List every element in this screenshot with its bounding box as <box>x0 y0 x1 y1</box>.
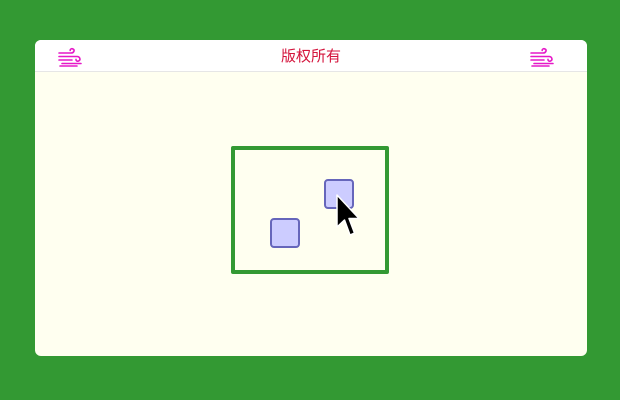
play-area <box>231 146 389 274</box>
draggable-square-lower[interactable] <box>270 218 300 248</box>
wind-button-right[interactable] <box>529 47 555 67</box>
app-window: 版权所有 <box>35 40 587 356</box>
title-bar: 版权所有 <box>35 40 587 72</box>
window-title: 版权所有 <box>280 47 341 65</box>
wind-icon <box>530 47 554 67</box>
draggable-square-upper[interactable] <box>324 179 354 209</box>
